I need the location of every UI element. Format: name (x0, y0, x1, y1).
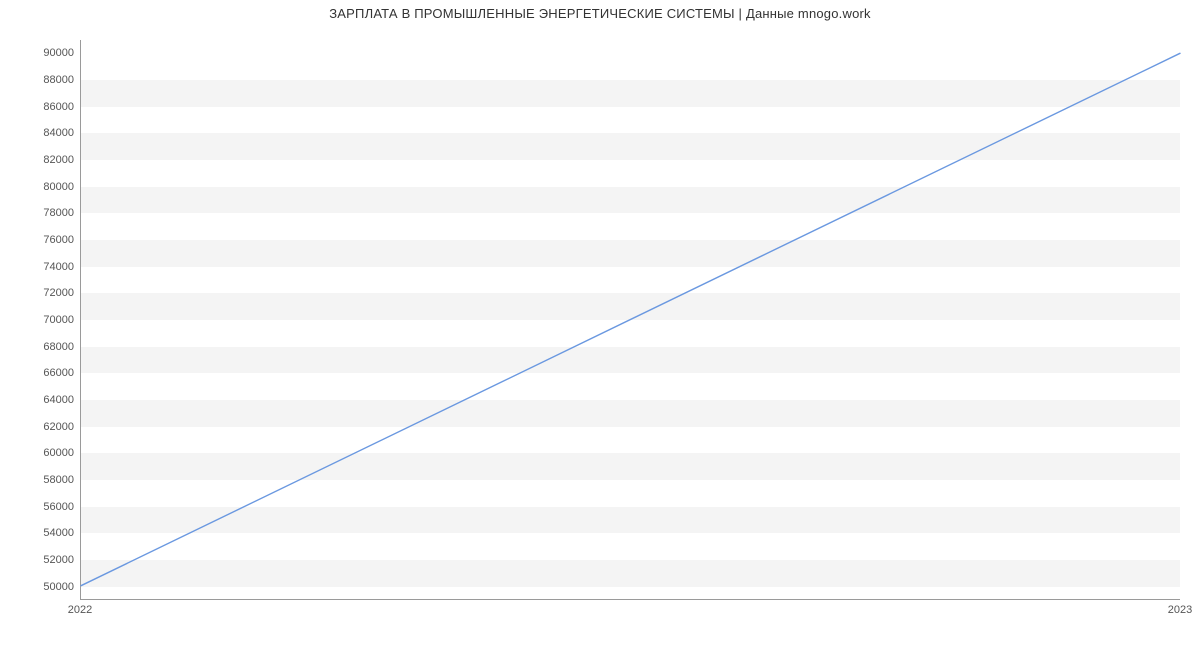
chart-container: ЗАРПЛАТА В ПРОМЫШЛЕННЫЕ ЭНЕРГЕТИЧЕСКИЕ С… (0, 0, 1200, 650)
y-tick-label: 72000 (4, 287, 74, 299)
y-tick-label: 58000 (4, 474, 74, 486)
chart-title: ЗАРПЛАТА В ПРОМЫШЛЕННЫЕ ЭНЕРГЕТИЧЕСКИЕ С… (0, 6, 1200, 21)
y-tick-label: 62000 (4, 421, 74, 433)
y-tick-label: 70000 (4, 314, 74, 326)
y-tick-label: 90000 (4, 47, 74, 59)
y-tick-label: 80000 (4, 181, 74, 193)
y-tick-label: 78000 (4, 207, 74, 219)
y-tick-label: 86000 (4, 101, 74, 113)
x-tick-label: 2022 (68, 604, 92, 616)
y-tick-label: 56000 (4, 501, 74, 513)
y-tick-label: 54000 (4, 527, 74, 539)
series-line (81, 40, 1180, 599)
y-tick-label: 52000 (4, 554, 74, 566)
x-tick-label: 2023 (1168, 604, 1192, 616)
plot-area (80, 40, 1180, 600)
y-tick-label: 76000 (4, 234, 74, 246)
y-tick-label: 88000 (4, 74, 74, 86)
y-tick-label: 64000 (4, 394, 74, 406)
y-tick-label: 84000 (4, 127, 74, 139)
y-tick-label: 50000 (4, 581, 74, 593)
y-tick-label: 66000 (4, 367, 74, 379)
y-tick-label: 74000 (4, 261, 74, 273)
y-tick-label: 82000 (4, 154, 74, 166)
y-tick-label: 68000 (4, 341, 74, 353)
y-tick-label: 60000 (4, 447, 74, 459)
